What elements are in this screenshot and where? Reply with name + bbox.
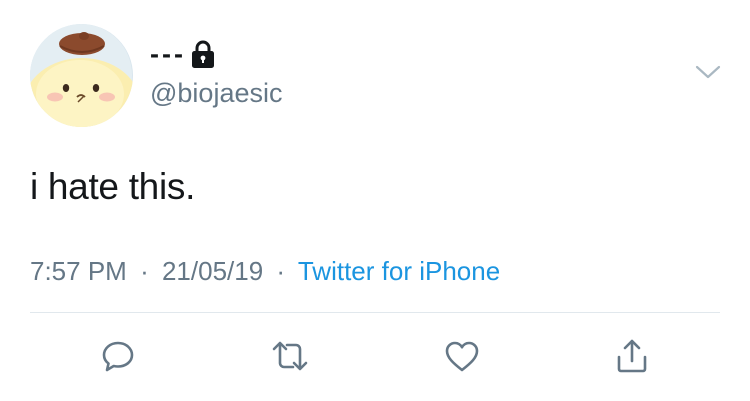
heart-icon	[443, 338, 481, 374]
tweet-source-link[interactable]: Twitter for iPhone	[298, 256, 500, 286]
like-button[interactable]	[442, 336, 482, 376]
tweet-text: i hate this.	[30, 166, 196, 207]
avatar[interactable]	[30, 24, 133, 127]
meta-separator: ·	[276, 256, 286, 286]
tweet-card: --- @biojaesic i hate this. 7:57 PM · 21…	[0, 0, 750, 401]
divider	[30, 312, 720, 313]
tweet-meta: 7:57 PM · 21/05/19 · Twitter for iPhone	[30, 256, 500, 287]
display-name[interactable]: ---	[150, 38, 216, 70]
tweet-time: 7:57 PM	[30, 256, 127, 286]
retweet-button[interactable]	[270, 336, 310, 376]
lock-icon	[190, 39, 216, 69]
retweet-icon	[270, 337, 310, 375]
reply-icon	[99, 337, 137, 375]
chevron-down-icon[interactable]	[694, 62, 722, 82]
avatar-image	[30, 24, 133, 127]
user-handle[interactable]: @biojaesic	[150, 78, 282, 109]
share-icon	[613, 337, 651, 375]
display-name-text: ---	[150, 38, 186, 69]
share-button[interactable]	[612, 336, 652, 376]
reply-button[interactable]	[98, 336, 138, 376]
action-bar	[0, 336, 750, 378]
meta-separator: ·	[140, 256, 149, 286]
tweet-date: 21/05/19	[161, 256, 264, 286]
